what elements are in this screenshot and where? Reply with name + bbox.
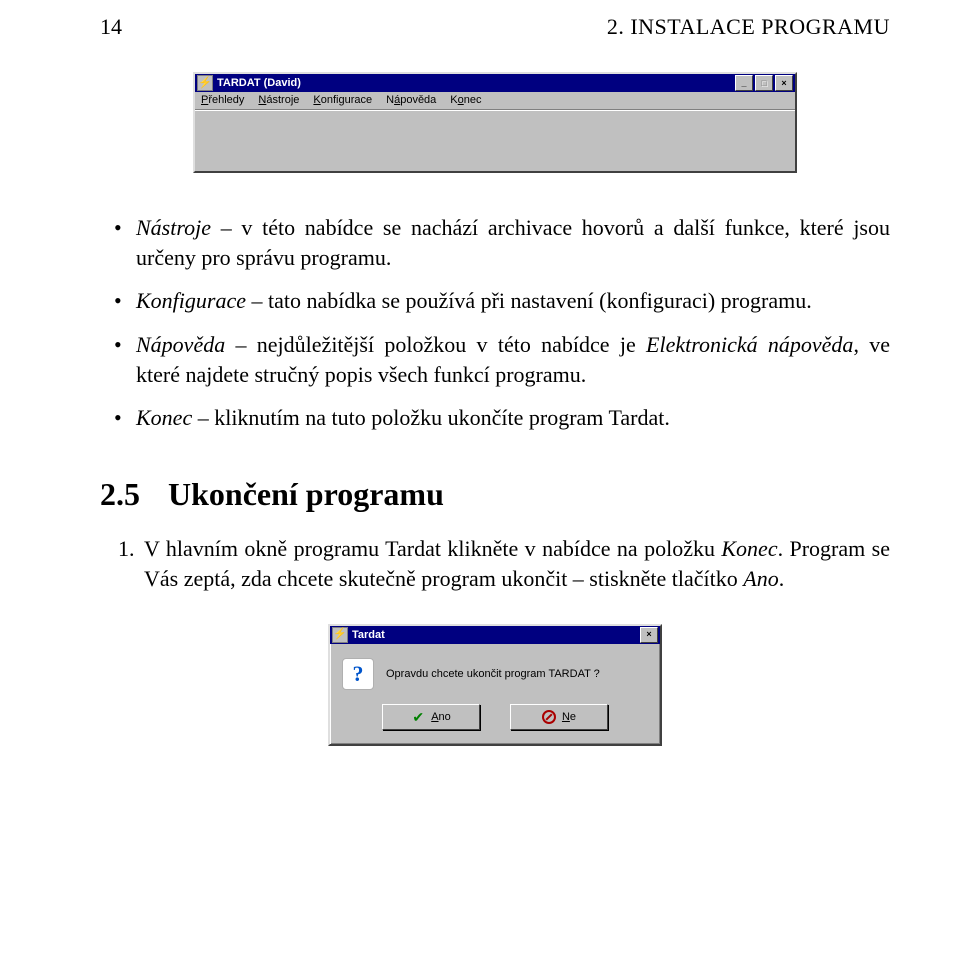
dialog-title: Tardat [352, 629, 640, 641]
bullet-napoveda: Nápověda – nejdůležitější položkou v tét… [136, 330, 890, 389]
bullet-text: – nejdůležitější položkou v této nabídce… [225, 332, 646, 357]
close-button[interactable]: × [775, 75, 793, 91]
menu-nastroje[interactable]: Nástroje [258, 94, 299, 106]
step-text: V hlavním okně programu Tardat klikněte … [144, 536, 721, 561]
menu-konfigurace[interactable]: Konfigurace [313, 94, 372, 106]
menubar: Přehledy Nástroje Konfigurace Nápověda K… [195, 92, 795, 110]
step-text: . [779, 566, 785, 591]
bullet-emph: Elektronická nápověda [646, 332, 853, 357]
menu-napoveda[interactable]: Nápověda [386, 94, 436, 106]
yes-button[interactable]: ✔ Ano [382, 704, 480, 730]
dialog-body: ? Opravdu chcete ukončit program TARDAT … [330, 644, 660, 744]
bullet-konec: Konec – kliknutím na tuto položku ukončí… [136, 403, 890, 433]
app-icon: ⚡ [197, 75, 213, 91]
menu-konec[interactable]: Konec [450, 94, 481, 106]
bullet-text: – v této nabídce se nachází archivace ho… [136, 215, 890, 270]
main-window: ⚡ TARDAT (David) _ □ × Přehledy Nástroje… [193, 72, 797, 173]
step-emph: Konec [721, 536, 777, 561]
no-icon [542, 710, 556, 724]
section-heading: 2.5 Ukončení programu [100, 473, 890, 516]
body-text: Nástroje – v této nabídce se nachází arc… [100, 213, 890, 594]
no-button[interactable]: Ne [510, 704, 608, 730]
dialog-titlebar: ⚡ Tardat × [330, 626, 660, 644]
window-title: TARDAT (David) [217, 77, 735, 89]
step-1: V hlavním okně programu Tardat klikněte … [140, 534, 890, 593]
check-icon: ✔ [411, 710, 425, 724]
menu-prehledy[interactable]: Přehledy [201, 94, 244, 106]
confirm-dialog: ⚡ Tardat × ? Opravdu chcete ukončit prog… [328, 624, 662, 746]
step-emph: Ano [743, 566, 778, 591]
bullet-konfigurace: Konfigurace – tato nabídka se používá př… [136, 286, 890, 316]
page-header: 14 2. INSTALACE PROGRAMU [100, 0, 890, 72]
bullet-nastroje: Nástroje – v této nabídce se nachází arc… [136, 213, 890, 272]
titlebar: ⚡ TARDAT (David) _ □ × [195, 74, 795, 92]
bullet-name: Nápověda [136, 332, 225, 357]
section-number: 2.5 [100, 476, 140, 512]
minimize-button[interactable]: _ [735, 75, 753, 91]
bullet-name: Konec [136, 405, 192, 430]
app-icon: ⚡ [332, 627, 348, 643]
dialog-close-button[interactable]: × [640, 627, 658, 643]
bullet-text: – kliknutím na tuto položku ukončíte pro… [192, 405, 670, 430]
maximize-button[interactable]: □ [755, 75, 773, 91]
question-icon: ? [342, 658, 374, 690]
section-title: Ukončení programu [168, 476, 444, 512]
page-number: 14 [100, 14, 122, 40]
window-client-area [195, 110, 795, 171]
bullet-text: – tato nabídka se používá při nastavení … [246, 288, 812, 313]
dialog-message: Opravdu chcete ukončit program TARDAT ? [386, 668, 600, 680]
bullet-name: Konfigurace [136, 288, 246, 313]
bullet-name: Nástroje [136, 215, 211, 240]
chapter-title: 2. INSTALACE PROGRAMU [607, 14, 890, 40]
